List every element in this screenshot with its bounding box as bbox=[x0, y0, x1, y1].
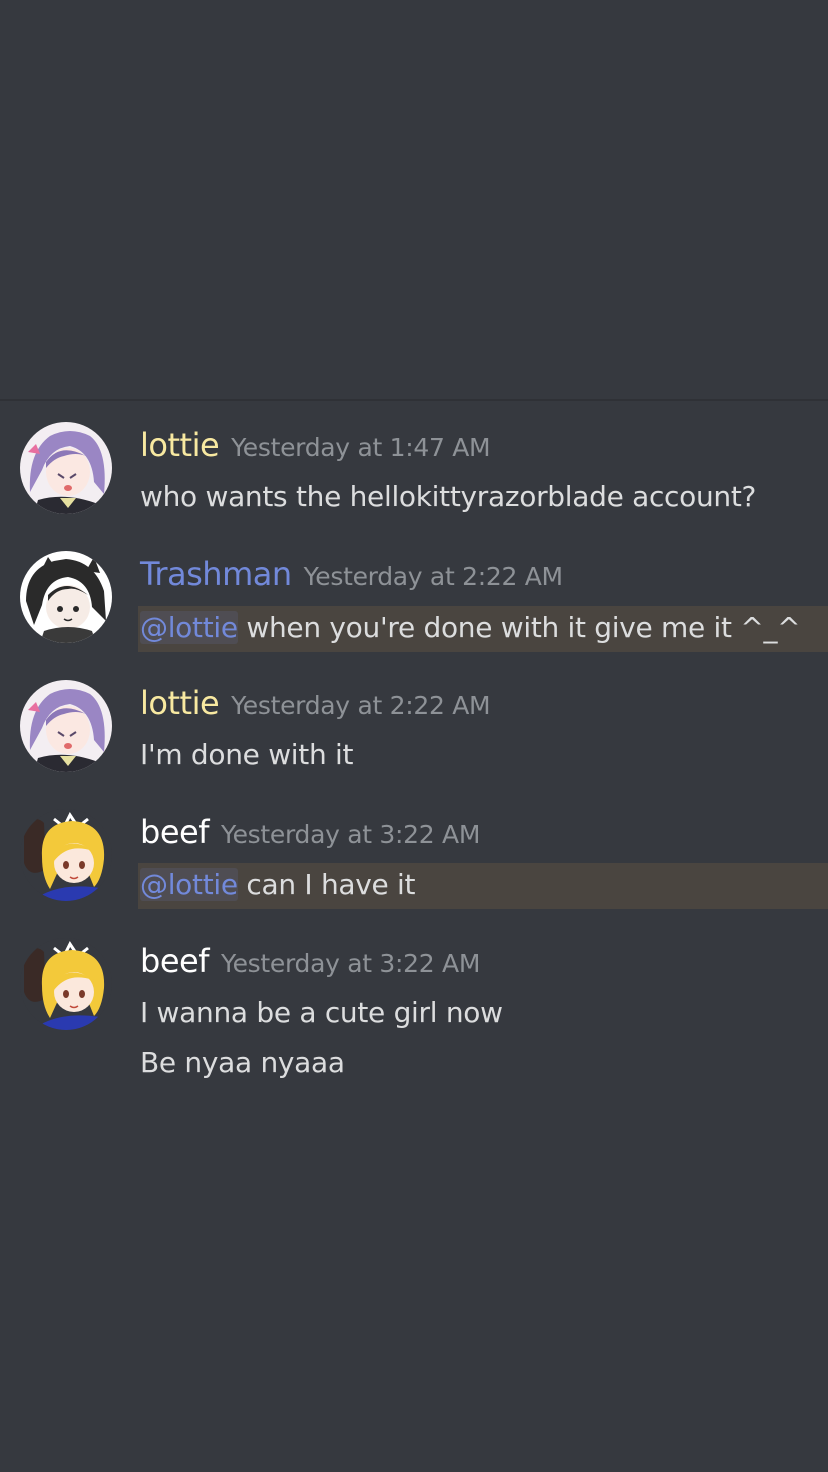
timestamp: Yesterday at 2:22 AM bbox=[231, 691, 491, 720]
timestamp: Yesterday at 3:22 AM bbox=[220, 820, 481, 849]
username[interactable]: lottie bbox=[140, 684, 220, 722]
message-item: beef Yesterday at 3:22 AM @lottie can I h… bbox=[0, 809, 828, 919]
message-header: lottie Yesterday at 2:22 AM bbox=[140, 684, 491, 734]
message-item: Trashman Yesterday at 2:22 AM @lottie whe… bbox=[0, 551, 828, 661]
message-header: Trashman Yesterday at 2:22 AM bbox=[140, 555, 563, 605]
timestamp: Yesterday at 3:22 AM bbox=[220, 949, 481, 978]
message-text: who wants the hellokittyrazorblade accou… bbox=[140, 480, 757, 513]
username[interactable]: beef bbox=[140, 942, 209, 980]
user-mention[interactable]: @lottie bbox=[140, 868, 238, 901]
mention-message-text: can I have it bbox=[237, 868, 416, 901]
message-header: beef Yesterday at 3:22 AM bbox=[140, 813, 480, 863]
message-header: beef Yesterday at 3:22 AM bbox=[140, 942, 480, 992]
message-text: @lottie when you're done with it give me… bbox=[140, 611, 801, 644]
anime-cat-ears-avatar-icon[interactable] bbox=[20, 551, 112, 643]
chat-divider bbox=[0, 399, 828, 401]
timestamp: Yesterday at 2:22 AM bbox=[303, 562, 563, 591]
username[interactable]: Trashman bbox=[140, 555, 292, 593]
anime-purple-hair-avatar-icon[interactable] bbox=[20, 422, 112, 514]
timestamp: Yesterday at 1:47 AM bbox=[231, 433, 491, 462]
message-text: I'm done with it bbox=[140, 738, 354, 771]
message-header: lottie Yesterday at 1:47 AM bbox=[140, 426, 491, 476]
message-item: lottie Yesterday at 2:22 AM I'm done with… bbox=[0, 680, 828, 790]
mention-message-text: when you're done with it give me it ^_^ bbox=[237, 611, 801, 644]
username[interactable]: beef bbox=[140, 813, 209, 851]
message-text: @lottie can I have it bbox=[140, 868, 416, 901]
user-mention[interactable]: @lottie bbox=[140, 611, 238, 644]
anime-blonde-avatar-icon[interactable] bbox=[20, 938, 112, 1030]
username[interactable]: lottie bbox=[140, 426, 220, 464]
message-text: Be nyaa nyaaa bbox=[140, 1046, 345, 1079]
message-text: I wanna be a cute girl now bbox=[140, 996, 503, 1029]
message-item: lottie Yesterday at 1:47 AM who wants the… bbox=[0, 422, 828, 532]
anime-purple-hair-avatar-icon[interactable] bbox=[20, 680, 112, 772]
message-item: beef Yesterday at 3:22 AM I wanna be a cu… bbox=[0, 938, 828, 1098]
anime-blonde-avatar-icon[interactable] bbox=[20, 809, 112, 901]
